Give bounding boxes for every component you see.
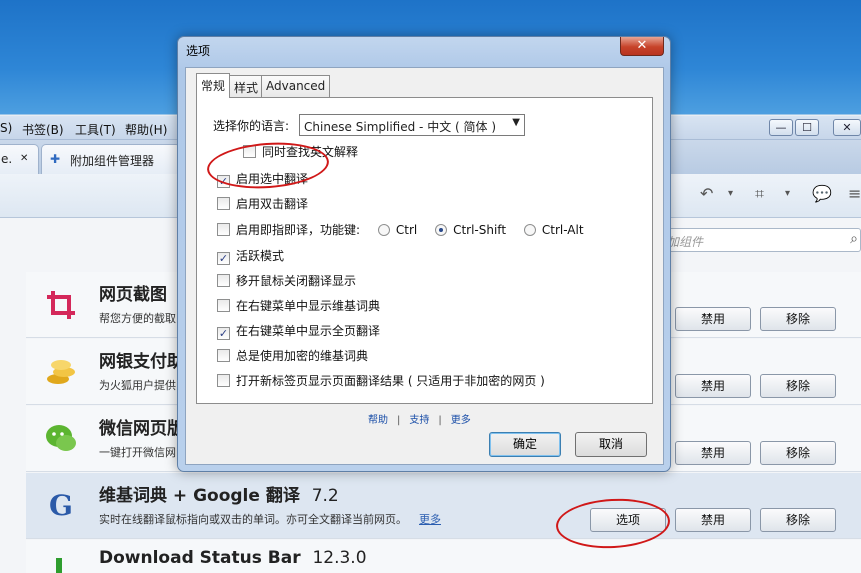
addon-desc: 帮您方便的截取 [99, 312, 176, 325]
remove-button[interactable]: 移除 [760, 441, 836, 465]
dialog-body: 常规 样式 Advanced 选择你的语言: Chinese Simplifie… [185, 67, 664, 465]
ok-button[interactable]: 确定 [489, 432, 561, 457]
coins-icon [47, 360, 75, 384]
disable-button[interactable]: 禁用 [675, 441, 751, 465]
dialog-title: 选项 [186, 44, 211, 58]
dropdown-arrow-icon: ▼ [512, 117, 520, 128]
puzzle-icon: ✚ [50, 152, 61, 166]
checkbox-row[interactable]: 启用即指即译，功能键: Ctrl Ctrl-Shift Ctrl-Alt [217, 221, 584, 238]
addon-desc: 一键打开微信网 [99, 446, 176, 459]
checkbox[interactable] [217, 374, 230, 387]
radio-ctrl[interactable] [377, 224, 390, 236]
addon-name: Download Status Bar 12.3.0 [99, 548, 367, 568]
checkbox-checked[interactable]: ✓ [217, 252, 230, 265]
more-link[interactable]: 更多 [419, 513, 441, 526]
disable-button[interactable]: 禁用 [675, 374, 751, 398]
language-select[interactable]: Chinese Simplified - 中文 ( 简体 ) ▼ [299, 114, 525, 136]
dialog-close-button[interactable]: ✕ [620, 37, 664, 56]
addon-name: 网页截图 [99, 285, 167, 305]
checkbox-row[interactable]: ✓ 在右键菜单中显示全页翻译 [217, 322, 380, 340]
checkbox[interactable] [217, 223, 230, 236]
more-link[interactable]: 更多 [451, 415, 471, 426]
crop-icon [47, 291, 75, 319]
language-label: 选择你的语言: [213, 119, 290, 133]
checkbox-checked[interactable]: ✓ [217, 327, 230, 340]
addon-desc: 实时在线翻译鼠标指向或双击的单词。亦可全文翻译当前网页。 更多 [99, 513, 441, 526]
maximize-button[interactable]: ☐ [795, 119, 819, 136]
options-dialog: 选项 ✕ 常规 样式 Advanced 选择你的语言: Chinese Simp… [177, 36, 671, 472]
checkbox-row[interactable]: 打开新标签页显示页面翻译结果 ( 只适用于非加密的网页 ) [217, 372, 545, 389]
menu-icon[interactable]: ≡ [848, 184, 861, 203]
wechat-icon [46, 425, 76, 451]
radio-ctrl-shift[interactable] [435, 224, 448, 236]
checkbox[interactable] [217, 299, 230, 312]
remove-button[interactable]: 移除 [760, 508, 836, 532]
help-link[interactable]: 帮助 [368, 415, 388, 426]
checkbox-row[interactable]: 在右键菜单中显示维基词典 [217, 297, 380, 314]
checkbox-row[interactable]: ✓ 活跃模式 [217, 247, 284, 265]
menu-item[interactable]: S) [0, 121, 12, 135]
tab-close-icon[interactable]: ✕ [20, 153, 28, 164]
list-item[interactable]: Download Status Bar 12.3.0 [26, 540, 861, 573]
chat-icon[interactable]: 💬 [812, 184, 832, 203]
dropdown-icon[interactable]: ▾ [785, 188, 790, 199]
search-icon[interactable]: ⌕ [850, 231, 858, 247]
undo-icon[interactable]: ↶ [700, 184, 713, 203]
cancel-button[interactable]: 取消 [575, 432, 647, 457]
tab-addon-manager[interactable]: ✚ 附加组件管理器 [41, 144, 181, 174]
addon-name: 微信网页版 [99, 419, 184, 439]
tab-previous[interactable]: e. ✕ [0, 144, 39, 174]
addon-name: 网银支付助 [99, 352, 184, 372]
remove-button[interactable]: 移除 [760, 374, 836, 398]
list-item-selected[interactable]: G 维基词典 + Google 翻译 7.2 实时在线翻译鼠标指向或双击的单词。… [26, 473, 861, 539]
addon-name: 维基词典 + Google 翻译 7.2 [99, 486, 339, 506]
window-close-button[interactable]: ✕ [833, 119, 861, 136]
checkbox[interactable] [217, 274, 230, 287]
radio-ctrl-alt[interactable] [523, 224, 536, 236]
remove-button[interactable]: 移除 [760, 307, 836, 331]
disable-button[interactable]: 禁用 [675, 307, 751, 331]
minimize-button[interactable]: — [769, 119, 793, 136]
menu-bookmarks[interactable]: 书签(B) [22, 121, 64, 138]
dialog-links: 帮助 | 支持 | 更多 [368, 415, 471, 426]
menu-help[interactable]: 帮助(H) [125, 121, 167, 138]
support-link[interactable]: 支持 [409, 415, 429, 426]
dropdown-icon[interactable]: ▾ [728, 188, 733, 199]
tab-style[interactable]: 样式 [229, 75, 264, 97]
addon-desc: 为火狐用户提供 [99, 379, 176, 392]
google-translate-icon: G [49, 489, 73, 522]
download-bar-icon [56, 558, 62, 573]
checkbox[interactable] [217, 197, 230, 210]
checkbox[interactable] [217, 349, 230, 362]
search-input[interactable]: 加组件 ⌕ [660, 228, 861, 252]
checkbox-row[interactable]: 移开鼠标关闭翻译显示 [217, 272, 356, 289]
menu-tools[interactable]: 工具(T) [75, 121, 116, 138]
tab-general[interactable]: 常规 [196, 73, 231, 98]
tab-advanced[interactable]: Advanced [261, 75, 331, 97]
crop-icon[interactable]: ⌗ [755, 184, 764, 204]
disable-button[interactable]: 禁用 [675, 508, 751, 532]
checkbox-row[interactable]: 总是使用加密的维基词典 [217, 347, 368, 364]
checkbox-row[interactable]: 启用双击翻译 [217, 195, 308, 212]
